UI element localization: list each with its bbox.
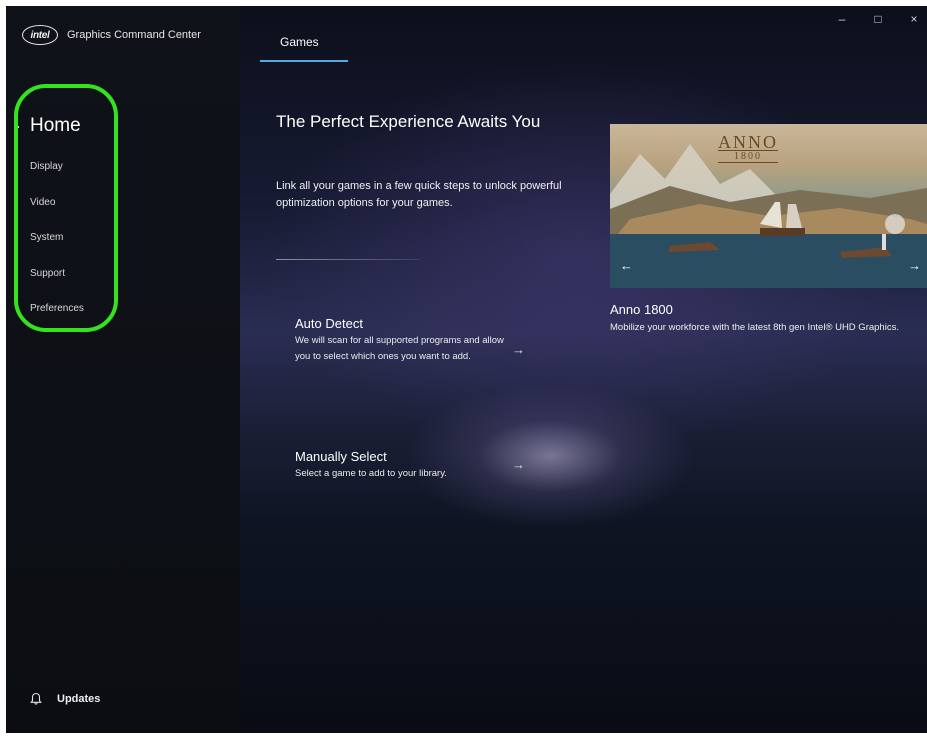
anno-logo: ANNO 1800	[718, 132, 778, 163]
manually-select-description: Select a game to add to your library.	[295, 468, 447, 479]
active-indicator	[14, 126, 19, 128]
window-controls: – □ ×	[835, 12, 927, 26]
minimize-button[interactable]: –	[835, 12, 849, 26]
manually-select-title: Manually Select	[295, 449, 387, 464]
featured-game-description: Mobilize your workforce with the latest …	[610, 322, 899, 333]
sidebar-item-system[interactable]: System	[30, 232, 63, 243]
manually-select-button[interactable]: Manually Select Select a game to add to …	[295, 449, 525, 482]
tab-games-label: Games	[280, 35, 319, 49]
carousel-prev-icon[interactable]: ←	[620, 258, 633, 273]
featured-game-image[interactable]: ANNO 1800 ← →	[610, 124, 927, 288]
tab-games[interactable]: Games	[260, 30, 348, 62]
auto-detect-description: We will scan for all supported programs …	[295, 335, 504, 362]
tab-active-underline	[260, 60, 348, 62]
anno-logo-line1: ANNO	[718, 132, 778, 152]
maximize-button[interactable]: □	[871, 12, 885, 26]
auto-detect-title: Auto Detect	[295, 316, 363, 331]
sidebar-item-support[interactable]: Support	[30, 268, 65, 279]
updates-button[interactable]: Updates	[29, 692, 100, 706]
sidebar: intel Graphics Command Center Home Displ…	[6, 6, 240, 733]
arrow-right-icon: →	[512, 342, 525, 357]
bell-icon	[30, 692, 42, 705]
hero-description: Link all your games in a few quick steps…	[276, 180, 562, 209]
intel-logo: intel	[22, 25, 58, 45]
auto-detect-button[interactable]: Auto Detect We will scan for all support…	[295, 316, 525, 365]
updates-label: Updates	[57, 693, 101, 705]
app-window: intel Graphics Command Center Home Displ…	[6, 6, 927, 733]
brand: intel Graphics Command Center	[22, 25, 201, 45]
arrow-right-icon: →	[512, 457, 525, 472]
divider	[276, 259, 420, 260]
carousel-next-icon[interactable]: →	[908, 258, 921, 273]
app-title: Graphics Command Center	[67, 29, 201, 41]
sidebar-item-video[interactable]: Video	[30, 197, 55, 208]
close-button[interactable]: ×	[907, 12, 921, 26]
hero-title: The Perfect Experience Awaits You	[276, 112, 541, 131]
main-content: Games – □ × The Perfect Experience Await…	[240, 6, 927, 733]
featured-game-title: Anno 1800	[610, 302, 673, 317]
sidebar-item-preferences[interactable]: Preferences	[30, 303, 84, 314]
sidebar-item-display[interactable]: Display	[30, 161, 63, 172]
sidebar-item-home[interactable]: Home	[30, 115, 81, 137]
